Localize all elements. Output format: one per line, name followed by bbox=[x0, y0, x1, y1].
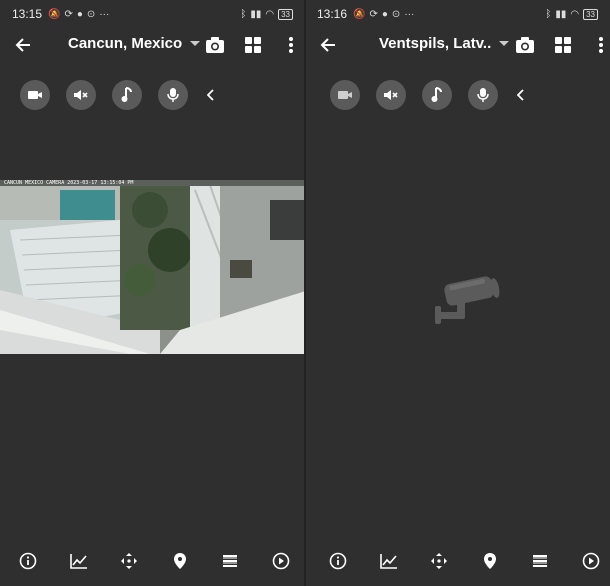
more-vertical-icon[interactable] bbox=[279, 33, 303, 57]
signal-icon: ▮▮ bbox=[250, 8, 262, 20]
volume-mute-icon[interactable] bbox=[376, 80, 406, 110]
camera-icon[interactable] bbox=[513, 33, 537, 57]
app-icon: ⊙ bbox=[86, 8, 96, 20]
chat-icon: ● bbox=[76, 8, 83, 20]
bottom-toolbar bbox=[305, 534, 610, 586]
camera-stream[interactable]: CANCUN MEXICO CAMERA 2023-03-17 13:15:04… bbox=[0, 180, 305, 354]
back-arrow-icon[interactable] bbox=[317, 34, 339, 56]
line-chart-icon[interactable] bbox=[378, 550, 400, 572]
microphone-icon[interactable] bbox=[158, 80, 188, 110]
play-circle-icon[interactable] bbox=[270, 550, 292, 572]
status-bar: 13:16 🔕 ⟳ ● ⊙ ··· ᛒ ▮▮ ◠ 33 bbox=[305, 0, 610, 28]
music-note-icon[interactable] bbox=[422, 80, 452, 110]
camera-selector[interactable]: Cancun, Mexico bbox=[68, 35, 201, 52]
microphone-icon[interactable] bbox=[468, 80, 498, 110]
chevron-left-icon[interactable] bbox=[514, 88, 528, 102]
stream-overlay-text: CANCUN MEXICO CAMERA 2023-03-17 13:15:04… bbox=[4, 180, 134, 186]
signal-icon: ▮▮ bbox=[555, 8, 567, 20]
right-screen: 13:16 🔕 ⟳ ● ⊙ ··· ᛒ ▮▮ ◠ 33 Ventspils, L… bbox=[305, 0, 610, 586]
play-circle-icon[interactable] bbox=[580, 550, 602, 572]
camera-placeholder-icon bbox=[433, 272, 503, 332]
stream-image bbox=[0, 180, 305, 354]
info-icon[interactable] bbox=[17, 550, 39, 572]
info-icon[interactable] bbox=[327, 550, 349, 572]
camera-selector[interactable]: Ventspils, Latv.. bbox=[379, 35, 510, 52]
status-right: ᛒ ▮▮ ◠ 33 bbox=[545, 8, 598, 20]
status-time: 13:16 bbox=[317, 7, 348, 21]
bluetooth-icon: ᛒ bbox=[545, 8, 552, 20]
battery-indicator: 33 bbox=[583, 8, 598, 20]
music-note-icon[interactable] bbox=[112, 80, 142, 110]
move-arrows-icon[interactable] bbox=[428, 550, 450, 572]
caret-down-icon bbox=[190, 41, 201, 46]
list-icon[interactable] bbox=[529, 550, 551, 572]
camera-title: Ventspils, Latv.. bbox=[379, 35, 492, 52]
status-bar: 13:15 🔕 ⟳ ● ⊙ ··· ᛒ ▮▮ ◠ 33 bbox=[0, 0, 305, 28]
status-right: ᛒ ▮▮ ◠ 33 bbox=[240, 8, 293, 20]
wifi-icon: ◠ bbox=[570, 8, 580, 20]
video-camera-icon[interactable] bbox=[20, 80, 50, 110]
chat-icon: ● bbox=[381, 8, 388, 20]
move-arrows-icon[interactable] bbox=[118, 550, 140, 572]
sync-icon: ⟳ bbox=[369, 8, 378, 20]
app-bar: Cancun, Mexico bbox=[0, 28, 305, 62]
wifi-icon: ◠ bbox=[265, 8, 275, 20]
more-notifications-icon: ··· bbox=[404, 8, 415, 20]
more-notifications-icon: ··· bbox=[99, 8, 110, 20]
left-screen: 13:15 🔕 ⟳ ● ⊙ ··· ᛒ ▮▮ ◠ 33 Cancun, Mexi… bbox=[0, 0, 305, 586]
stream-controls bbox=[0, 80, 305, 110]
battery-indicator: 33 bbox=[278, 8, 293, 20]
line-chart-icon[interactable] bbox=[68, 550, 90, 572]
more-vertical-icon[interactable] bbox=[589, 33, 610, 57]
back-arrow-icon[interactable] bbox=[12, 34, 34, 56]
grid-icon[interactable] bbox=[241, 33, 265, 57]
camera-icon[interactable] bbox=[203, 33, 227, 57]
screen-divider bbox=[304, 0, 306, 586]
status-time: 13:15 bbox=[12, 7, 43, 21]
stream-controls bbox=[305, 80, 610, 110]
notification-icon: 🔕 bbox=[353, 8, 366, 20]
volume-mute-icon[interactable] bbox=[66, 80, 96, 110]
list-icon[interactable] bbox=[219, 550, 241, 572]
video-camera-icon[interactable] bbox=[330, 80, 360, 110]
map-pin-icon[interactable] bbox=[169, 550, 191, 572]
bottom-toolbar bbox=[0, 534, 305, 586]
chevron-left-icon[interactable] bbox=[204, 88, 218, 102]
grid-icon[interactable] bbox=[551, 33, 575, 57]
caret-down-icon bbox=[499, 41, 510, 46]
sync-icon: ⟳ bbox=[64, 8, 73, 20]
app-bar: Ventspils, Latv.. bbox=[305, 28, 610, 62]
app-icon: ⊙ bbox=[391, 8, 401, 20]
bluetooth-icon: ᛒ bbox=[240, 8, 247, 20]
notification-icon: 🔕 bbox=[48, 8, 61, 20]
camera-title: Cancun, Mexico bbox=[68, 35, 183, 52]
map-pin-icon[interactable] bbox=[479, 550, 501, 572]
